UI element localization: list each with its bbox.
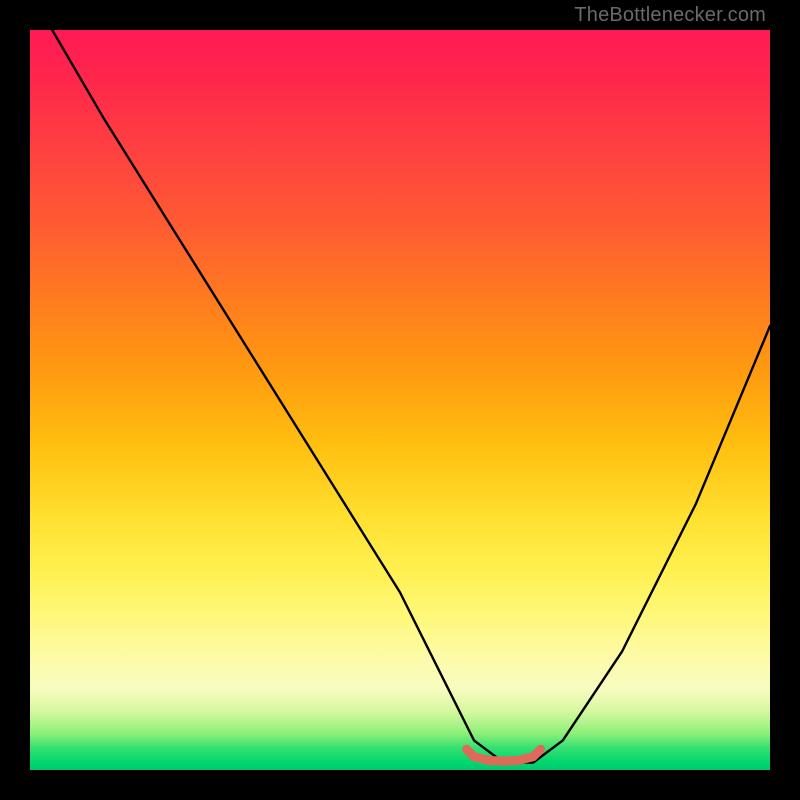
chart-stage: TheBottlenecker.com bbox=[0, 0, 800, 800]
bottleneck-curve bbox=[52, 30, 770, 763]
chart-svg bbox=[30, 30, 770, 770]
watermark-text: TheBottlenecker.com bbox=[574, 4, 766, 27]
sweet-spot-marker bbox=[467, 749, 541, 761]
plot-area bbox=[30, 30, 770, 770]
